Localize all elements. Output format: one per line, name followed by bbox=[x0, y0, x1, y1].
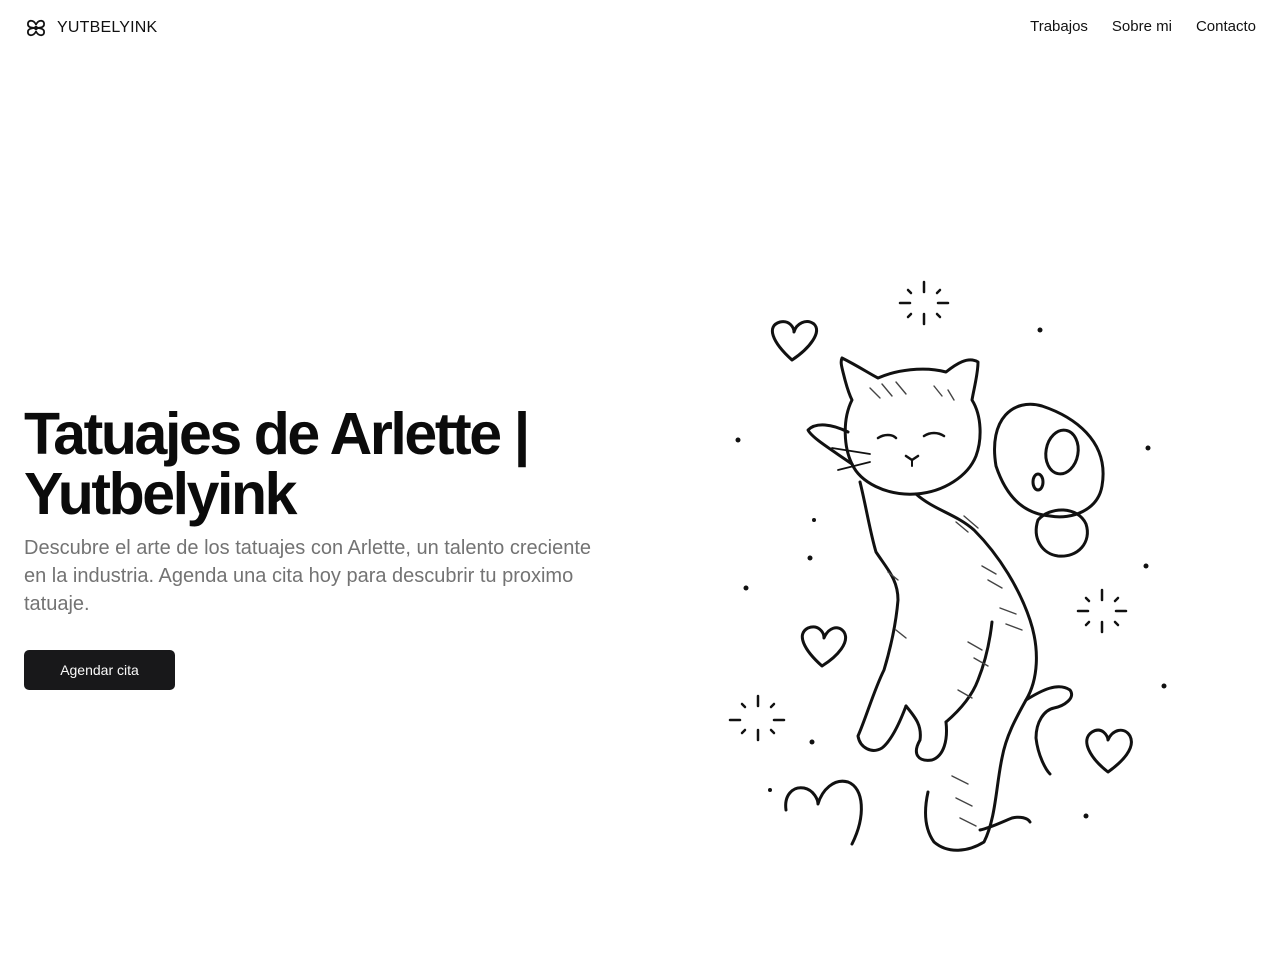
hero-illustration bbox=[720, 270, 1180, 860]
nav-link-trabajos[interactable]: Trabajos bbox=[1030, 17, 1088, 37]
main-nav: Trabajos Sobre mi Contacto bbox=[1030, 17, 1256, 37]
book-appointment-button[interactable]: Agendar cita bbox=[24, 650, 175, 690]
heart-icon bbox=[800, 625, 847, 668]
sparkle-icon bbox=[728, 694, 786, 742]
hero-description: Descubre el arte de los tatuajes con Arl… bbox=[24, 537, 592, 615]
nav-link-contacto[interactable]: Contacto bbox=[1196, 17, 1256, 37]
wings bbox=[993, 402, 1105, 558]
flower-knot-icon bbox=[27, 19, 45, 37]
winged-cat-tattoo-illustration bbox=[728, 280, 1167, 852]
heart-icon bbox=[770, 320, 818, 362]
hero-section: Tatuajes de Arlette | Yutbelyink Descubr… bbox=[24, 404, 624, 618]
nav-link-sobre-mi[interactable]: Sobre mi bbox=[1112, 17, 1172, 37]
top-navigation-bar: YUTBELYINK Trabajos Sobre mi Contacto bbox=[0, 0, 1280, 56]
hero-title-line2: Yutbelyink bbox=[24, 461, 297, 527]
heart-icon bbox=[784, 779, 863, 846]
brand-logo-link[interactable]: YUTBELYINK bbox=[24, 16, 157, 40]
hero-title-line1: Tatuajes de Arlette | bbox=[24, 401, 530, 467]
sparkle-icon bbox=[898, 280, 950, 326]
sparkle-icon bbox=[1076, 588, 1128, 634]
hero-title: Tatuajes de Arlette | Yutbelyink bbox=[24, 404, 624, 524]
heart-icon bbox=[1085, 728, 1133, 774]
landing-page: YUTBELYINK Trabajos Sobre mi Contacto Ta… bbox=[0, 0, 1280, 960]
cat-figure bbox=[806, 356, 1073, 852]
dot-icon bbox=[735, 327, 1167, 819]
brand-name: YUTBELYINK bbox=[57, 19, 158, 36]
